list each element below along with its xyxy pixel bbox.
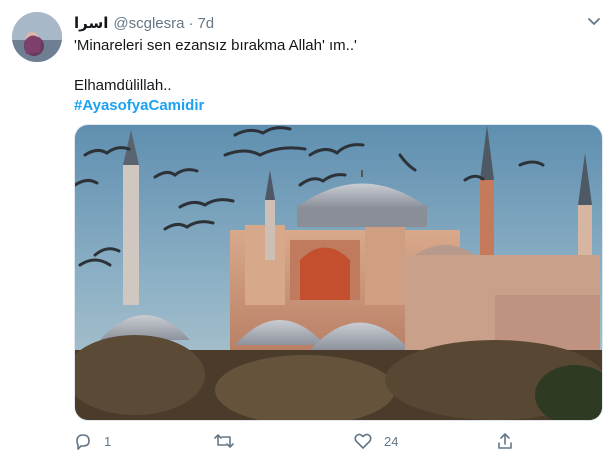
timestamp[interactable]: 7d (197, 15, 214, 32)
tweet[interactable]: اسرا @scglesra · 7d 'Minareleri sen ezan… (0, 0, 614, 465)
avatar-image (12, 12, 62, 62)
like-button[interactable]: 24 (354, 430, 398, 452)
share-icon (498, 433, 512, 449)
like-count: 24 (384, 433, 399, 449)
display-name[interactable]: اسرا (74, 14, 108, 32)
tweet-text: 'Minareleri sen ezansız bırakma Allah' ı… (74, 36, 594, 116)
share-button[interactable] (496, 430, 514, 452)
text-spacer (74, 56, 594, 76)
retweet-button[interactable] (214, 430, 246, 452)
tweet-photo[interactable] (74, 124, 603, 421)
avatar[interactable] (12, 12, 62, 62)
separator-dot: · (188, 14, 194, 32)
tweet-text-line: Elhamdülillah.. (74, 77, 172, 94)
heart-icon (354, 433, 372, 449)
tweet-actions: 1 24 (74, 430, 594, 452)
user-handle[interactable]: @scglesra (113, 15, 184, 32)
chevron-down-icon[interactable] (585, 12, 603, 30)
reply-button[interactable]: 1 (74, 430, 111, 452)
hashtag-link[interactable]: #AyasofyaCamidir (74, 96, 594, 116)
mosque-photo (75, 125, 602, 420)
reply-count: 1 (104, 433, 112, 449)
tweet-text-line: 'Minareleri sen ezansız bırakma Allah' ı… (74, 37, 357, 54)
retweet-icon (214, 434, 234, 448)
reply-icon (76, 434, 90, 450)
tweet-header: اسرا @scglesra · 7d (74, 12, 214, 34)
